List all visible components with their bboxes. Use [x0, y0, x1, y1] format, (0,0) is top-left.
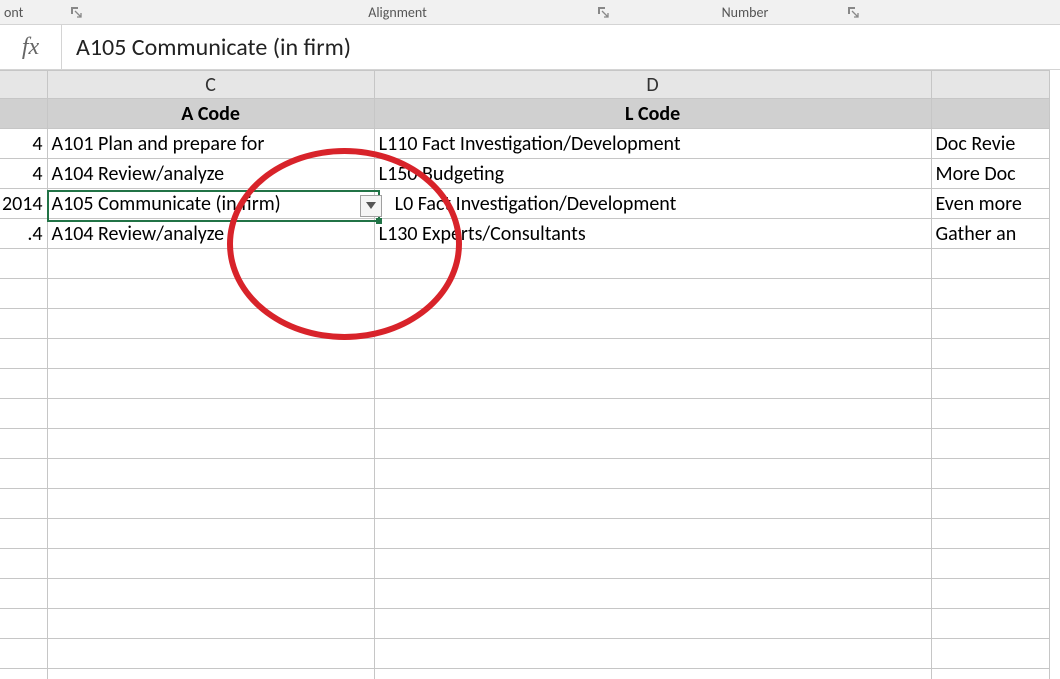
- cell[interactable]: [374, 549, 931, 579]
- cell[interactable]: [931, 519, 1050, 549]
- cell[interactable]: [931, 249, 1050, 279]
- cell[interactable]: [374, 489, 931, 519]
- cell[interactable]: 4: [0, 129, 47, 159]
- cell[interactable]: .4: [0, 219, 47, 249]
- cell[interactable]: [931, 609, 1050, 639]
- fx-label[interactable]: fx: [0, 25, 62, 69]
- cell[interactable]: [47, 309, 374, 339]
- cell[interactable]: More Doc: [931, 159, 1050, 189]
- cell[interactable]: [47, 639, 374, 669]
- table-header-a-code[interactable]: A Code: [47, 99, 374, 129]
- cell[interactable]: [374, 609, 931, 639]
- cell[interactable]: [374, 639, 931, 669]
- table-header-l-code[interactable]: L Code: [374, 99, 931, 129]
- cell[interactable]: [374, 399, 931, 429]
- ribbon-group-label-number: Number: [718, 4, 773, 21]
- chevron-down-icon: [366, 202, 376, 210]
- cell[interactable]: [374, 669, 931, 679]
- cell[interactable]: A104 Review/analyze: [47, 159, 374, 189]
- cell[interactable]: [0, 489, 47, 519]
- ribbon-group-strip: ont Alignment Number: [0, 0, 1060, 25]
- cell[interactable]: [374, 369, 931, 399]
- cell[interactable]: [931, 309, 1050, 339]
- cell[interactable]: A104 Review/analyze: [47, 219, 374, 249]
- cell[interactable]: [374, 429, 931, 459]
- cell[interactable]: [931, 429, 1050, 459]
- cell[interactable]: [931, 279, 1050, 309]
- cell[interactable]: [374, 309, 931, 339]
- cell[interactable]: [931, 459, 1050, 489]
- cell[interactable]: Even more: [931, 189, 1050, 219]
- cell[interactable]: [374, 249, 931, 279]
- cell[interactable]: [0, 459, 47, 489]
- cell[interactable]: [374, 459, 931, 489]
- cell[interactable]: [0, 399, 47, 429]
- cell[interactable]: [0, 519, 47, 549]
- dropdown-button[interactable]: [360, 195, 382, 217]
- cell[interactable]: [0, 249, 47, 279]
- cell[interactable]: [0, 279, 47, 309]
- formula-input[interactable]: [62, 25, 1060, 69]
- cell[interactable]: [47, 549, 374, 579]
- spreadsheet-grid[interactable]: C D A Code L Code 4 A101 Plan and prepar…: [0, 70, 1060, 679]
- cell[interactable]: L150 Budgeting: [374, 159, 931, 189]
- cell[interactable]: [47, 609, 374, 639]
- cell[interactable]: [0, 669, 47, 679]
- cell[interactable]: Doc Revie: [931, 129, 1050, 159]
- cell[interactable]: [47, 399, 374, 429]
- cell[interactable]: [374, 519, 931, 549]
- cell[interactable]: [47, 369, 374, 399]
- cell[interactable]: Gather an: [931, 219, 1050, 249]
- ribbon-group-label-alignment: Alignment: [364, 4, 431, 21]
- cell[interactable]: [931, 669, 1050, 679]
- cell[interactable]: L110 Fact Investigation/Development: [374, 129, 931, 159]
- cell[interactable]: [0, 609, 47, 639]
- cell[interactable]: [0, 339, 47, 369]
- cell[interactable]: [0, 309, 47, 339]
- cell[interactable]: 4: [0, 159, 47, 189]
- cell[interactable]: [931, 339, 1050, 369]
- ribbon-group-label-font: ont: [0, 4, 27, 21]
- column-header-d[interactable]: D: [374, 71, 931, 99]
- cell[interactable]: [931, 549, 1050, 579]
- cell[interactable]: A101 Plan and prepare for: [47, 129, 374, 159]
- cell[interactable]: [0, 369, 47, 399]
- dialog-launcher-icon[interactable]: [67, 3, 85, 21]
- cell[interactable]: [0, 579, 47, 609]
- cell[interactable]: [931, 369, 1050, 399]
- cell[interactable]: [47, 669, 374, 679]
- cell[interactable]: [374, 279, 931, 309]
- table-header-cell[interactable]: [931, 99, 1050, 129]
- cell[interactable]: [931, 489, 1050, 519]
- dialog-launcher-icon[interactable]: [844, 3, 862, 21]
- column-header[interactable]: [931, 71, 1050, 99]
- active-cell[interactable]: A105 Communicate (in firm): [47, 189, 374, 219]
- cell[interactable]: [47, 519, 374, 549]
- cell[interactable]: [47, 279, 374, 309]
- column-header-c[interactable]: C: [47, 71, 374, 99]
- cell[interactable]: [47, 489, 374, 519]
- cell[interactable]: L130 Experts/Consultants: [374, 219, 931, 249]
- cell[interactable]: [47, 249, 374, 279]
- cell[interactable]: [0, 549, 47, 579]
- column-header[interactable]: [0, 71, 47, 99]
- cell[interactable]: [374, 339, 931, 369]
- cell[interactable]: [0, 639, 47, 669]
- formula-bar: fx: [0, 25, 1060, 70]
- cell[interactable]: [931, 399, 1050, 429]
- cell[interactable]: [47, 339, 374, 369]
- cell[interactable]: [47, 579, 374, 609]
- dialog-launcher-icon[interactable]: [594, 3, 612, 21]
- cell[interactable]: 2014: [0, 189, 47, 219]
- cell[interactable]: L0 Fact Investigation/Development: [374, 189, 931, 219]
- table-header-cell[interactable]: [0, 99, 47, 129]
- cell[interactable]: [931, 639, 1050, 669]
- cell[interactable]: [0, 429, 47, 459]
- cell[interactable]: [47, 429, 374, 459]
- cell[interactable]: [374, 579, 931, 609]
- cell[interactable]: [931, 579, 1050, 609]
- cell[interactable]: [47, 459, 374, 489]
